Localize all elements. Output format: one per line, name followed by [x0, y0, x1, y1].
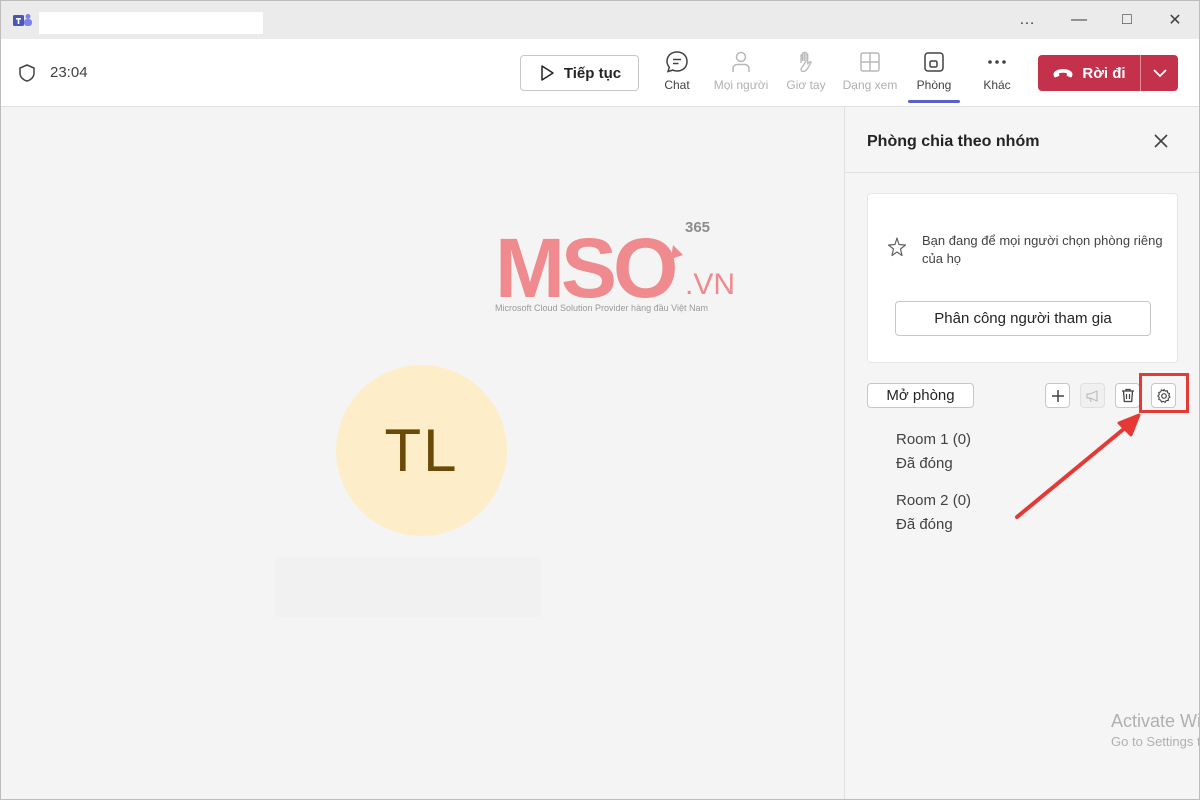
- play-icon: [541, 65, 554, 81]
- chat-icon: [666, 51, 688, 73]
- more-actions-button[interactable]: Khác: [962, 49, 1032, 101]
- rooms-button[interactable]: Phòng: [899, 49, 969, 101]
- mso-logo: MSO .VN 365: [495, 219, 735, 315]
- room-status: Đã đóng: [896, 516, 953, 533]
- grid-view-icon: [860, 52, 880, 72]
- participant-avatar: TL: [336, 365, 507, 536]
- room-status: Đã đóng: [896, 455, 953, 472]
- logo-suffix: .VN: [685, 268, 735, 301]
- resume-button[interactable]: Tiếp tục: [520, 55, 639, 91]
- teams-window: … — □ ✕ 23:04 Tiếp tục Chat Mọi người Gi…: [0, 0, 1200, 800]
- panel-title: Phòng chia theo nhóm: [867, 133, 1040, 150]
- people-icon: [732, 51, 750, 72]
- rooms-label: Phòng: [916, 78, 952, 92]
- chevron-down-icon: [1152, 69, 1167, 78]
- leave-label: Rời đi: [1082, 64, 1126, 82]
- logo-tagline: Microsoft Cloud Solution Provider hàng đ…: [495, 303, 708, 313]
- room-selection-info-card: Bạn đang để mọi người chọn phòng riêng c…: [867, 193, 1178, 363]
- hang-up-icon: [1053, 69, 1073, 78]
- activate-windows-watermark: Activate Windows Go to Settings to activ…: [1111, 711, 1199, 749]
- close-panel-button[interactable]: [1149, 129, 1173, 153]
- chat-label: Chat: [664, 78, 690, 92]
- logo-brand: MSO: [495, 221, 675, 315]
- room-count: (0): [952, 431, 972, 448]
- room-list-item[interactable]: Room 2 (0) Đã đóng: [896, 489, 971, 537]
- room-list-item[interactable]: Room 1 (0) Đã đóng: [896, 428, 971, 476]
- close-icon: [1154, 134, 1168, 148]
- participant-name-plate: [275, 557, 541, 617]
- title-bar: … — □ ✕: [1, 1, 1199, 39]
- room-selection-info-text: Bạn đang để mọi người chọn phòng riêng c…: [922, 233, 1163, 266]
- raise-hand-button[interactable]: Giơ tay: [771, 49, 841, 101]
- window-title-field: [39, 12, 263, 34]
- minimize-button[interactable]: —: [1055, 1, 1103, 39]
- open-rooms-button[interactable]: Mở phòng: [867, 383, 974, 408]
- meeting-stage: TL: [1, 107, 844, 799]
- raise-hand-label: Giơ tay: [786, 78, 826, 92]
- shield-icon: [19, 64, 35, 82]
- leave-options-button[interactable]: [1141, 55, 1178, 91]
- maximize-button[interactable]: □: [1103, 1, 1151, 39]
- annotation-arrow: [1015, 413, 1141, 519]
- meeting-toolbar: 23:04 Tiếp tục Chat Mọi người Giơ tay Dạ…: [1, 39, 1199, 107]
- view-label: Dạng xem: [842, 78, 898, 92]
- more-options-icon[interactable]: …: [1003, 1, 1051, 39]
- room-count: (0): [952, 492, 972, 509]
- panel-header: Phòng chia theo nhóm: [845, 107, 1199, 173]
- hand-icon: [800, 51, 812, 73]
- activate-windows-subtitle: Go to Settings to activate Windows.: [1111, 734, 1199, 749]
- room-name: Room 1: [896, 431, 949, 448]
- people-button[interactable]: Mọi người: [706, 49, 776, 101]
- close-window-button[interactable]: ✕: [1151, 1, 1199, 39]
- activate-windows-title: Activate Windows: [1111, 711, 1199, 731]
- resume-label: Tiếp tục: [563, 64, 622, 82]
- logo-superscript: 365: [685, 219, 710, 236]
- leave-button-group: Rời đi: [1038, 55, 1178, 91]
- breakout-rooms-icon: [924, 52, 944, 72]
- more-label: Khác: [983, 78, 1011, 92]
- meeting-timer: 23:04: [50, 64, 88, 81]
- teams-logo-icon: [13, 14, 32, 26]
- room-name: Room 2: [896, 492, 949, 509]
- assign-participants-button[interactable]: Phân công người tham gia: [895, 301, 1151, 336]
- chat-button[interactable]: Chat: [642, 49, 712, 101]
- ellipsis-icon: [988, 60, 1006, 64]
- leave-button[interactable]: Rời đi: [1038, 55, 1140, 91]
- view-button[interactable]: Dạng xem: [835, 49, 905, 101]
- people-label: Mọi người: [713, 78, 769, 92]
- sparkle-icon: [887, 237, 907, 257]
- active-tab-indicator: [908, 100, 960, 103]
